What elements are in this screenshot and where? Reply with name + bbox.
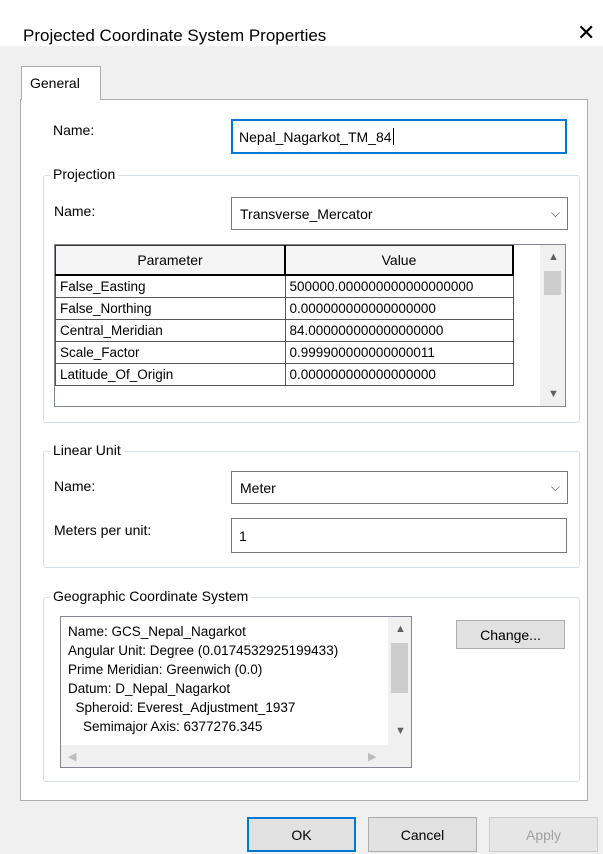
parameter-cell[interactable]: False_Easting — [55, 274, 286, 298]
value-cell[interactable]: 500000.000000000000000000 — [284, 274, 514, 298]
meters-per-unit-input[interactable]: 1 — [231, 518, 567, 553]
gcs-semimajor-line: Semimajor Axis: 6377276.345 — [68, 719, 263, 734]
value-column-header[interactable]: Value — [284, 245, 514, 276]
tab-general-label: General — [30, 75, 80, 91]
projection-name-label: Name: — [54, 203, 96, 219]
ok-button[interactable]: OK — [247, 817, 356, 852]
parameter-cell[interactable]: Latitude_Of_Origin — [55, 363, 286, 386]
title-bar: Projected Coordinate System Properties ✕ — [0, 0, 603, 46]
projection-group-label: Projection — [50, 166, 119, 182]
table-row[interactable]: False_Northing 0.000000000000000000 — [55, 297, 514, 320]
name-input-value: Nepal_Nagarkot_TM_84 — [239, 128, 392, 145]
parameter-column-header[interactable]: Parameter — [55, 245, 286, 276]
parameter-cell[interactable]: Central_Meridian — [55, 319, 286, 342]
tab-general[interactable]: General — [21, 66, 101, 100]
parameter-grid[interactable]: Parameter Value False_Easting 500000.000… — [54, 244, 566, 407]
change-button[interactable]: Change... — [456, 620, 565, 649]
close-icon[interactable]: ✕ — [577, 20, 595, 46]
projection-name-value: Transverse_Mercator — [240, 205, 373, 222]
window-title: Projected Coordinate System Properties — [23, 26, 327, 45]
gcs-group-label: Geographic Coordinate System — [50, 588, 252, 604]
table-row[interactable]: False_Easting 500000.000000000000000000 — [55, 274, 514, 298]
linear-unit-value: Meter — [240, 479, 276, 496]
gcs-name-line: Name: GCS_Nepal_Nagarkot — [68, 624, 246, 639]
meters-per-unit-label: Meters per unit: — [54, 522, 152, 538]
chevron-down-icon: ⌵ — [550, 480, 560, 494]
linear-unit-group-label: Linear Unit — [50, 442, 124, 458]
value-cell[interactable]: 0.000000000000000000 — [284, 363, 514, 386]
grid-vertical-scrollbar[interactable]: ▲ ▼ — [540, 245, 565, 406]
gcs-vertical-scrollbar[interactable]: ▲ ▼ — [388, 617, 411, 745]
parameter-cell[interactable]: Scale_Factor — [55, 341, 286, 364]
value-cell[interactable]: 84.000000000000000000 — [284, 319, 514, 342]
table-row[interactable]: Central_Meridian 84.000000000000000000 — [55, 319, 514, 342]
gcs-horizontal-scrollbar[interactable]: ◀ ▶ — [61, 745, 411, 767]
gcs-text-area[interactable]: Name: GCS_Nepal_Nagarkot Angular Unit: D… — [60, 616, 412, 768]
gcs-datum-line: Datum: D_Nepal_Nagarkot — [68, 681, 231, 696]
value-cell[interactable]: 0.999900000000000011 — [284, 341, 514, 364]
scroll-left-icon[interactable]: ◀ — [68, 750, 76, 763]
gcs-prime-meridian-line: Prime Meridian: Greenwich (0.0) — [68, 662, 263, 677]
gcs-angular-unit-line: Angular Unit: Degree (0.0174532925199433… — [68, 643, 339, 658]
table-row[interactable]: Scale_Factor 0.999900000000000011 — [55, 341, 514, 364]
linear-unit-select[interactable]: Meter ⌵ — [231, 471, 568, 504]
meters-per-unit-value: 1 — [239, 527, 247, 544]
name-label: Name: — [53, 122, 95, 138]
cancel-button[interactable]: Cancel — [368, 817, 477, 852]
value-cell[interactable]: 0.000000000000000000 — [284, 297, 514, 320]
scroll-up-icon[interactable]: ▲ — [395, 623, 406, 635]
parameter-cell[interactable]: False_Northing — [55, 297, 286, 320]
scroll-right-icon[interactable]: ▶ — [368, 750, 376, 763]
table-row[interactable]: Latitude_Of_Origin 0.000000000000000000 — [55, 363, 514, 386]
scroll-up-icon[interactable]: ▲ — [548, 251, 559, 263]
scroll-down-icon[interactable]: ▼ — [395, 725, 406, 737]
scrollbar-thumb[interactable] — [544, 271, 561, 295]
linear-unit-name-label: Name: — [54, 478, 96, 494]
scroll-down-icon[interactable]: ▼ — [548, 388, 559, 400]
scrollbar-thumb[interactable] — [391, 643, 408, 693]
name-input[interactable]: Nepal_Nagarkot_TM_84 — [231, 119, 567, 154]
apply-button[interactable]: Apply — [489, 817, 598, 852]
text-cursor — [392, 128, 394, 145]
projection-name-select[interactable]: Transverse_Mercator ⌵ — [231, 197, 568, 230]
chevron-down-icon: ⌵ — [550, 206, 560, 220]
gcs-spheroid-line: Spheroid: Everest_Adjustment_1937 — [68, 700, 296, 715]
